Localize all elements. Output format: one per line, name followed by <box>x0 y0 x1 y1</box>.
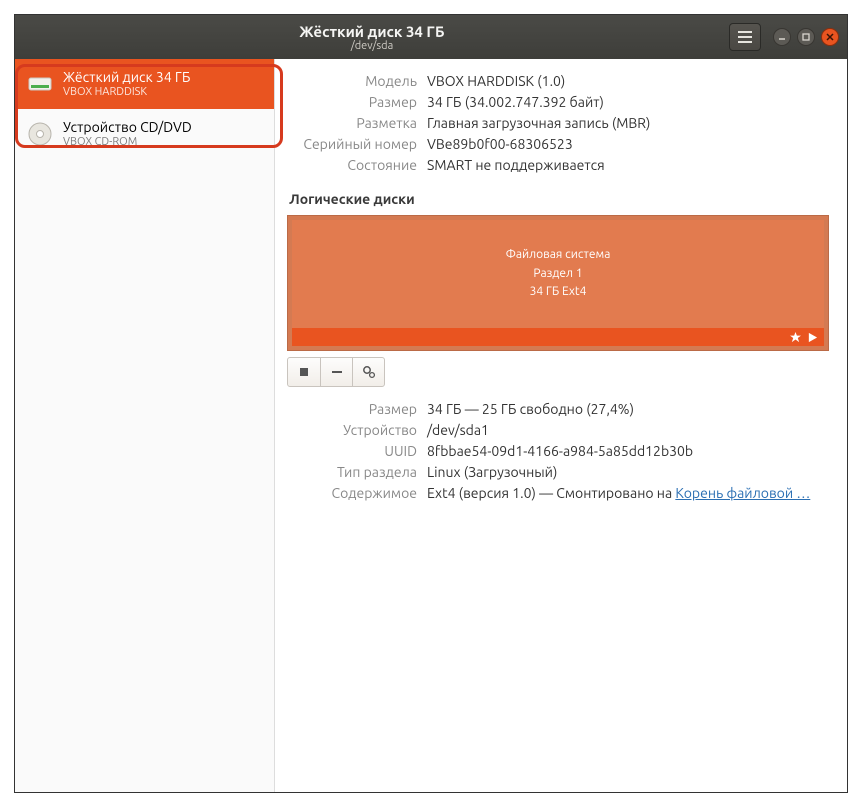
harddisk-icon <box>27 71 53 97</box>
main-content: Модель VBOX HARDDISK (1.0) Размер 34 ГБ … <box>275 59 847 792</box>
optical-disc-icon <box>27 121 53 147</box>
label-state: Состояние <box>287 157 417 173</box>
row-content: Содержимое Ext4 (версия 1.0) — Смонтиров… <box>287 485 829 501</box>
body-area: Жёсткий диск 34 ГБ VBOX HARDDISK Устройс… <box>15 59 847 792</box>
close-button[interactable] <box>821 28 839 46</box>
window-frame: Жёсткий диск 34 ГБ /dev/sda <box>14 14 848 793</box>
value-state: SMART не поддерживается <box>427 157 605 173</box>
volume-line3: 34 ГБ Ext4 <box>292 283 824 302</box>
row-state: Состояние SMART не поддерживается <box>287 157 829 173</box>
window-controls <box>773 28 839 46</box>
more-options-button[interactable] <box>352 358 384 386</box>
value-content: Ext4 (версия 1.0) — Смонтировано на Коре… <box>427 485 810 501</box>
row-part-type: Тип раздела Linux (Загрузочный) <box>287 464 829 480</box>
label-device: Устройство <box>287 422 417 438</box>
close-icon <box>826 33 834 41</box>
play-icon <box>807 332 818 343</box>
sidebar-item-text: Устройство CD/DVD VBOX CD-ROM <box>63 119 192 149</box>
label-part-size: Размер <box>287 401 417 417</box>
value-uuid: 8fbbae54-09d1-4166-a984-5a85dd12b30b <box>427 443 693 459</box>
sidebar-item-title: Жёсткий диск 34 ГБ <box>63 69 190 86</box>
label-partitioning: Разметка <box>287 115 417 131</box>
window-title: Жёсткий диск 34 ГБ <box>15 23 729 40</box>
maximize-button[interactable] <box>797 28 815 46</box>
value-partitioning: Главная загрузочная запись (MBR) <box>427 115 650 131</box>
value-part-type: Linux (Загрузочный) <box>427 464 557 480</box>
titlebar: Жёсткий диск 34 ГБ /dev/sda <box>15 15 847 59</box>
title-block: Жёсткий диск 34 ГБ /dev/sda <box>15 23 729 52</box>
unmount-button[interactable] <box>288 358 320 386</box>
value-model: VBOX HARDDISK (1.0) <box>427 73 565 89</box>
label-content: Содержимое <box>287 485 417 501</box>
minimize-icon <box>778 33 786 41</box>
volume-partition-1[interactable]: Файловая система Раздел 1 34 ГБ Ext4 <box>292 220 824 328</box>
volume-line1: Файловая система <box>292 246 824 265</box>
label-uuid: UUID <box>287 443 417 459</box>
volume-footer <box>292 328 824 346</box>
maximize-icon <box>802 33 810 41</box>
row-uuid: UUID 8fbbae54-09d1-4166-a984-5a85dd12b30… <box>287 443 829 459</box>
value-device: /dev/sda1 <box>427 422 489 438</box>
label-part-type: Тип раздела <box>287 464 417 480</box>
stop-icon <box>297 365 311 379</box>
hamburger-menu-button[interactable] <box>729 23 761 51</box>
row-model: Модель VBOX HARDDISK (1.0) <box>287 73 829 89</box>
sidebar-item-sub: VBOX CD-ROM <box>63 136 192 149</box>
value-part-size: 34 ГБ — 25 ГБ свободно (27,4%) <box>427 401 634 417</box>
volume-map: Файловая система Раздел 1 34 ГБ Ext4 <box>287 215 829 351</box>
sidebar-item-cddvd[interactable]: Устройство CD/DVD VBOX CD-ROM <box>15 109 274 159</box>
mount-point-link[interactable]: Корень файловой … <box>675 485 810 501</box>
toolbar-group <box>287 357 385 387</box>
volume-text: Файловая система Раздел 1 34 ГБ Ext4 <box>292 246 824 302</box>
sidebar-item-title: Устройство CD/DVD <box>63 119 192 136</box>
row-device: Устройство /dev/sda1 <box>287 422 829 438</box>
delete-partition-button[interactable] <box>320 358 352 386</box>
hamburger-icon <box>737 30 753 44</box>
row-partitioning: Разметка Главная загрузочная запись (MBR… <box>287 115 829 131</box>
window-subtitle: /dev/sda <box>15 40 729 52</box>
label-serial: Серийный номер <box>287 136 417 152</box>
volume-toolbar <box>287 357 829 387</box>
sidebar-item-text: Жёсткий диск 34 ГБ VBOX HARDDISK <box>63 69 190 99</box>
gears-icon <box>362 365 376 379</box>
device-sidebar: Жёсткий диск 34 ГБ VBOX HARDDISK Устройс… <box>15 59 275 792</box>
row-part-size: Размер 34 ГБ — 25 ГБ свободно (27,4%) <box>287 401 829 417</box>
sidebar-item-sub: VBOX HARDDISK <box>63 86 190 99</box>
label-size: Размер <box>287 94 417 110</box>
partition-details: Размер 34 ГБ — 25 ГБ свободно (27,4%) Ус… <box>287 401 829 501</box>
volume-line2: Раздел 1 <box>292 265 824 284</box>
star-icon <box>790 332 801 343</box>
row-serial: Серийный номер VBe89b0f00-68306523 <box>287 136 829 152</box>
minus-icon <box>330 365 344 379</box>
minimize-button[interactable] <box>773 28 791 46</box>
value-size: 34 ГБ (34.002.747.392 байт) <box>427 94 604 110</box>
value-serial: VBe89b0f00-68306523 <box>427 136 573 152</box>
row-size: Размер 34 ГБ (34.002.747.392 байт) <box>287 94 829 110</box>
content-prefix: Ext4 (версия 1.0) — Смонтировано на <box>427 485 675 501</box>
section-volumes-header: Логические диски <box>289 191 829 207</box>
sidebar-item-harddisk[interactable]: Жёсткий диск 34 ГБ VBOX HARDDISK <box>15 59 274 109</box>
label-model: Модель <box>287 73 417 89</box>
